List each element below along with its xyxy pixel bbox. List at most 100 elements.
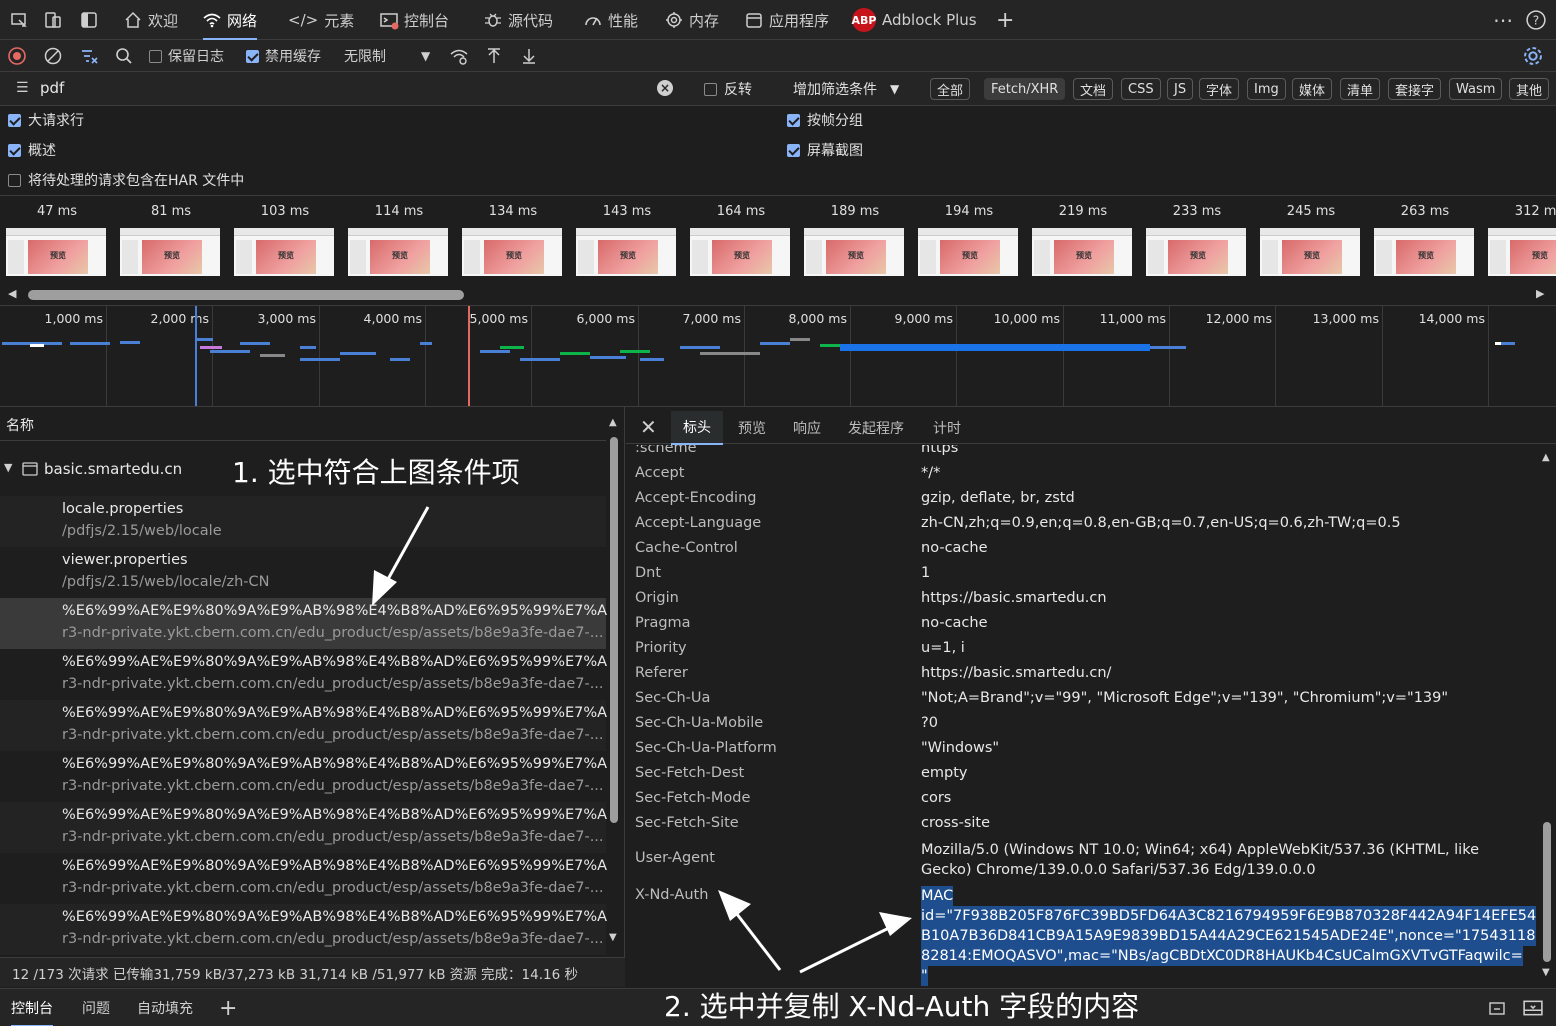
disable-cache-box[interactable] xyxy=(246,49,259,63)
add-tab-icon[interactable]: + xyxy=(996,0,1014,40)
filmstrip-frame[interactable]: 134 ms 预览 xyxy=(456,200,570,280)
scroll-right-icon[interactable]: ▶ xyxy=(1536,287,1544,300)
header-value[interactable]: no-cache xyxy=(921,615,988,631)
clear-icon[interactable] xyxy=(44,40,62,72)
request-row[interactable]: %E6%99%AE%E9%80%9A%E9%AB%98%E4%B8%AD%E6%… xyxy=(0,904,621,955)
har-pending-box[interactable] xyxy=(8,173,21,187)
type-chip-other[interactable]: 其他 xyxy=(1509,78,1550,100)
tab-network[interactable]: 网络 xyxy=(203,0,258,40)
big-rows-box[interactable] xyxy=(8,113,21,127)
filter-settings-icon[interactable] xyxy=(80,40,98,72)
filter-input[interactable]: pdf × xyxy=(8,76,688,102)
request-row[interactable]: %E6%99%AE%E9%80%9A%E9%AB%98%E4%B8%AD%E6%… xyxy=(0,649,621,700)
header-value-x-nd-auth-line4[interactable]: 82814:EMOQASVO",mac="NBs/agCBDtXC0DR8HAU… xyxy=(921,946,1523,966)
filmstrip-frame[interactable]: 164 ms 预览 xyxy=(684,200,798,280)
chevron-down-icon[interactable]: ▼ xyxy=(421,40,430,72)
header-value[interactable]: 1 xyxy=(921,565,930,581)
type-chip-fetch-xhr[interactable]: Fetch/XHR xyxy=(984,78,1066,100)
tab-headers[interactable]: 标头 xyxy=(671,411,723,445)
clear-filter-icon[interactable]: × xyxy=(657,80,673,96)
tab-performance[interactable]: 性能 xyxy=(584,0,638,40)
filmstrip-frame[interactable]: 103 ms 预览 xyxy=(228,200,342,280)
drawer-tab-autofill[interactable]: 自动填充 xyxy=(137,989,193,1026)
filmstrip-frame[interactable]: 194 ms 预览 xyxy=(912,200,1026,280)
header-value-x-nd-auth-line2[interactable]: id="7F938B205F876FC39BD5FD64A3C821679495… xyxy=(921,906,1537,926)
help-icon[interactable]: ? xyxy=(1526,0,1546,40)
network-conditions-icon[interactable] xyxy=(450,40,468,72)
add-drawer-tab-icon[interactable]: + xyxy=(219,989,237,1026)
disable-cache-checkbox[interactable]: 禁用缓存 xyxy=(246,40,321,72)
header-value-x-nd-auth-line3[interactable]: B10A7B36D841CB9A15A9E9839BD15A44A29CE621… xyxy=(921,926,1536,946)
name-column-header[interactable]: 名称 xyxy=(0,407,606,441)
header-value[interactable]: empty xyxy=(921,765,968,781)
more-options-icon[interactable]: ⋯ xyxy=(1493,0,1513,40)
inspect-icon[interactable] xyxy=(10,0,28,40)
close-drawer-icon[interactable] xyxy=(1523,989,1543,1026)
tab-adblock-plus[interactable]: ABP Adblock Plus xyxy=(852,0,977,40)
tab-memory[interactable]: 内存 xyxy=(665,0,719,40)
filmstrip-frame[interactable]: 263 ms 预览 xyxy=(1368,200,1482,280)
filmstrip-frame[interactable]: 219 ms 预览 xyxy=(1026,200,1140,280)
request-row[interactable]: %E6%99%AE%E9%80%9A%E9%AB%98%E4%B8%AD%E6%… xyxy=(0,802,621,853)
tab-console[interactable]: 控制台 xyxy=(380,0,449,40)
preserve-log-checkbox[interactable]: 保留日志 xyxy=(149,40,224,72)
preserve-log-box[interactable] xyxy=(149,49,162,63)
filmstrip-frame[interactable]: 47 ms 预览 xyxy=(0,200,114,280)
type-chip-font[interactable]: 字体 xyxy=(1199,78,1240,100)
filmstrip-frame[interactable]: 189 ms 预览 xyxy=(798,200,912,280)
record-button[interactable] xyxy=(8,40,26,72)
group-by-frame-box[interactable] xyxy=(787,113,800,127)
type-chip-media[interactable]: 媒体 xyxy=(1292,78,1333,100)
detail-scroll-thumb[interactable] xyxy=(1543,822,1551,962)
tab-welcome[interactable]: 欢迎 xyxy=(124,0,178,40)
import-har-icon[interactable] xyxy=(485,40,503,72)
tab-initiator[interactable]: 发起程序 xyxy=(836,411,916,445)
scroll-left-icon[interactable]: ◀ xyxy=(8,287,16,300)
filmstrip-frame[interactable]: 81 ms 预览 xyxy=(114,200,228,280)
filmstrip-scrollbar[interactable]: ◀ ▶ xyxy=(0,284,1556,304)
har-pending-checkbox[interactable]: 将待处理的请求包含在HAR 文件中 xyxy=(8,170,244,190)
type-chip-all[interactable]: 全部 xyxy=(930,78,971,100)
type-chip-js[interactable]: JS xyxy=(1167,78,1194,100)
filmstrip-frame[interactable]: 143 ms 预览 xyxy=(570,200,684,280)
overview-box[interactable] xyxy=(8,143,21,157)
header-value[interactable]: ?0 xyxy=(921,715,938,731)
scroll-up-icon[interactable]: ▲ xyxy=(1542,452,1550,463)
drawer-tab-console[interactable]: 控制台 xyxy=(11,989,53,1026)
big-rows-checkbox[interactable]: 大请求行 xyxy=(8,110,84,130)
header-value[interactable]: "Windows" xyxy=(921,740,999,756)
tab-preview[interactable]: 预览 xyxy=(726,411,778,445)
type-chip-img[interactable]: Img xyxy=(1247,78,1286,100)
dock-panel-icon[interactable] xyxy=(80,0,98,40)
header-value[interactable]: no-cache xyxy=(921,540,988,556)
filmstrip-frame[interactable]: 114 ms 预览 xyxy=(342,200,456,280)
invert-box[interactable] xyxy=(704,82,717,96)
expand-triangle-icon[interactable]: ▼ xyxy=(4,461,12,474)
header-value[interactable]: */* xyxy=(921,465,940,481)
header-value[interactable]: gzip, deflate, br, zstd xyxy=(921,490,1075,506)
tab-response[interactable]: 响应 xyxy=(781,411,833,445)
device-toggle-icon[interactable] xyxy=(44,0,62,40)
filmstrip-scroll-thumb[interactable] xyxy=(28,290,464,300)
group-by-frame-checkbox[interactable]: 按帧分组 xyxy=(787,110,863,130)
type-chip-manifest[interactable]: 清单 xyxy=(1340,78,1381,100)
network-settings-gear-icon[interactable] xyxy=(1522,40,1544,72)
header-value[interactable]: cross-site xyxy=(921,815,990,831)
drawer-tab-issues[interactable]: 问题 xyxy=(82,989,110,1026)
header-value[interactable]: u=1, i xyxy=(921,640,965,656)
request-row[interactable]: %E6%99%AE%E9%80%9A%E9%AB%98%E4%B8%AD%E6%… xyxy=(0,853,621,904)
search-icon[interactable] xyxy=(115,40,133,72)
close-icon[interactable]: ✕ xyxy=(640,415,657,439)
screenshots-checkbox[interactable]: 屏幕截图 xyxy=(787,140,863,160)
type-chip-css[interactable]: CSS xyxy=(1121,78,1161,100)
header-value-x-nd-auth-line1[interactable]: MAC xyxy=(921,886,954,906)
header-value[interactable]: "Not;A=Brand";v="99", "Microsoft Edge";v… xyxy=(921,690,1448,706)
header-value-x-nd-auth-line5[interactable]: " xyxy=(921,966,928,986)
tab-sources[interactable]: 源代码 xyxy=(484,0,553,40)
header-value[interactable]: cors xyxy=(921,790,951,806)
request-row[interactable]: %E6%99%AE%E9%80%9A%E9%AB%98%E4%B8%AD%E6%… xyxy=(0,751,621,802)
export-har-icon[interactable] xyxy=(520,40,538,72)
overview-checkbox[interactable]: 概述 xyxy=(8,140,56,160)
more-filters-dropdown[interactable]: 增加筛选条件 ▼ xyxy=(793,79,899,99)
throttle-select[interactable]: 无限制 xyxy=(344,40,386,72)
